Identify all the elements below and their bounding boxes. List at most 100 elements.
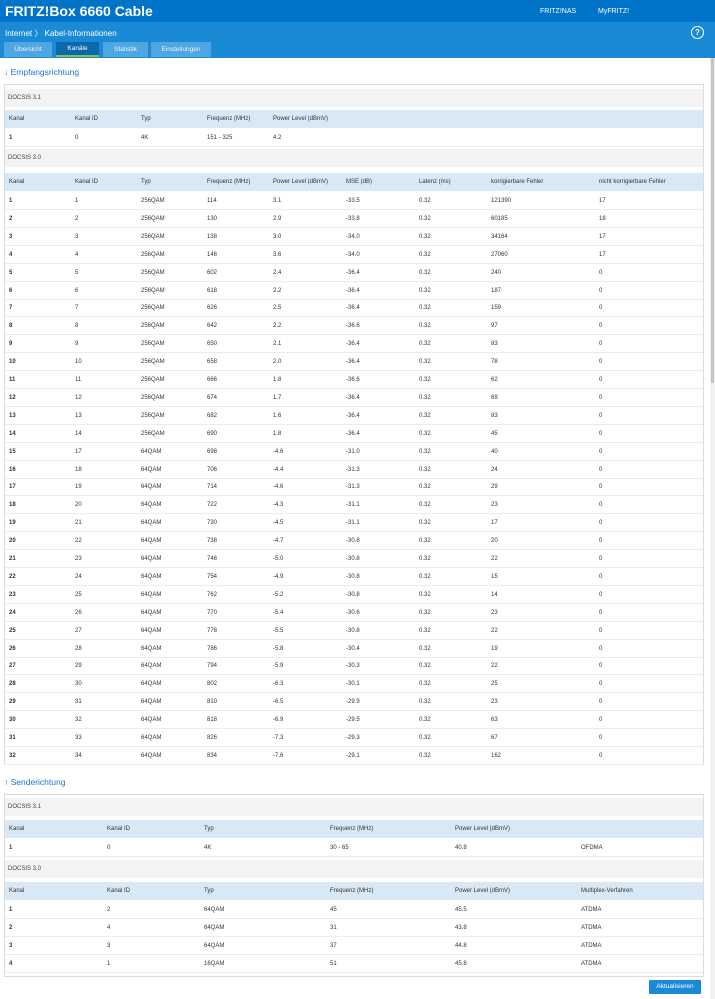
table-cell: -31.3 bbox=[346, 484, 360, 491]
table-cell: 64QAM bbox=[141, 556, 162, 562]
table-cell: 97 bbox=[491, 323, 498, 330]
table-cell: -30.4 bbox=[346, 645, 360, 652]
table-cell: 0.32 bbox=[419, 448, 431, 455]
table-cell: 45.8 bbox=[455, 960, 467, 967]
table-row: 2 4 64QAM 31 43.8 ATDMA bbox=[5, 919, 703, 937]
table-cell: 0.32 bbox=[419, 556, 431, 562]
table-cell: 0.32 bbox=[419, 645, 431, 652]
table-cell: 3 bbox=[107, 942, 111, 949]
table-cell: 0.32 bbox=[419, 520, 431, 527]
table-row: 24 26 64QAM 770 -5.4 -30.6 0.32 23 0 bbox=[5, 604, 703, 622]
table-cell: 256QAM bbox=[141, 287, 165, 294]
table-cell: -30.6 bbox=[346, 609, 360, 616]
table-cell: 23 bbox=[491, 502, 498, 509]
table-cell: 22 bbox=[491, 556, 498, 562]
scrollbar-thumb[interactable] bbox=[711, 58, 714, 383]
column-header: Kanal bbox=[9, 179, 25, 185]
table-cell: 0.32 bbox=[419, 412, 431, 419]
table-cell: 240 bbox=[491, 269, 502, 276]
tab-einstellungen[interactable]: Einstellungen bbox=[151, 42, 211, 57]
table-cell: 5 bbox=[75, 269, 79, 276]
table-cell: 51 bbox=[330, 960, 337, 967]
table-cell: 762 bbox=[207, 591, 218, 598]
table-cell: 138 bbox=[207, 233, 218, 240]
empfang-docsis31-label: DOCSIS 3.1 bbox=[5, 89, 703, 107]
table-cell: 24 bbox=[491, 466, 498, 473]
table-cell: 6 bbox=[75, 287, 79, 294]
table-cell: 2 bbox=[9, 924, 13, 931]
table-cell: 17 bbox=[599, 198, 606, 204]
table-row: 5 5 256QAM 602 2.4 -36.4 0.32 240 0 bbox=[5, 264, 703, 282]
table-cell: 674 bbox=[207, 394, 218, 401]
table-cell: 0 bbox=[107, 845, 111, 851]
table-cell: 0 bbox=[599, 448, 603, 455]
table-row: 29 31 64QAM 810 -6.5 -29.9 0.32 23 0 bbox=[5, 693, 703, 712]
tab-kanaele[interactable]: Kanäle bbox=[56, 42, 99, 57]
table-cell: -30.1 bbox=[346, 681, 360, 688]
table-cell: 13 bbox=[9, 412, 16, 419]
table-cell: 27060 bbox=[491, 251, 508, 258]
table-cell: 0 bbox=[599, 735, 603, 741]
table-cell: -36.6 bbox=[346, 377, 360, 383]
table-cell: -4.7 bbox=[273, 538, 284, 545]
table-cell: -34.0 bbox=[346, 251, 360, 258]
table-cell: 22 bbox=[491, 663, 498, 670]
table-cell: 778 bbox=[207, 627, 218, 634]
table-row: 14 14 256QAM 690 1.8 -36.4 0.32 45 0 bbox=[5, 425, 703, 443]
table-cell: -29.5 bbox=[346, 717, 360, 724]
table-cell: 27 bbox=[9, 663, 16, 670]
table-cell: 83 bbox=[491, 341, 498, 348]
table-cell: 0.32 bbox=[419, 215, 431, 222]
table-cell: -7.3 bbox=[273, 735, 284, 741]
table-cell: 28 bbox=[9, 681, 16, 688]
table-cell: 5 bbox=[9, 269, 13, 276]
table-cell: 0 bbox=[599, 394, 603, 401]
refresh-button[interactable]: Aktualisieren bbox=[649, 980, 701, 994]
table-row: 8 8 256QAM 642 2.2 -36.6 0.32 97 0 bbox=[5, 317, 703, 336]
tab-uebersicht[interactable]: Übersicht bbox=[4, 42, 52, 57]
table-cell: 256QAM bbox=[141, 323, 165, 330]
table-cell: 1 bbox=[9, 135, 13, 141]
table-cell: 0.32 bbox=[419, 609, 431, 616]
table-cell: -34.0 bbox=[346, 233, 360, 240]
table-cell: 1.8 bbox=[273, 377, 282, 383]
column-header: Typ bbox=[204, 888, 214, 894]
table-cell: 818 bbox=[207, 717, 218, 724]
column-header: Kanal bbox=[9, 826, 25, 832]
column-header: Typ bbox=[141, 116, 151, 122]
table-cell: 20 bbox=[75, 502, 82, 509]
table-cell: -5.4 bbox=[273, 609, 284, 616]
help-icon[interactable]: ? bbox=[691, 26, 704, 39]
table-cell: 10 bbox=[9, 359, 16, 366]
breadcrumb-parent[interactable]: Internet bbox=[5, 29, 32, 38]
table-row: 9 9 256QAM 650 2.1 -36.4 0.32 83 0 bbox=[5, 335, 703, 354]
nav-fritz-nas[interactable]: FRITZ!NAS bbox=[540, 8, 576, 15]
table-cell: 18 bbox=[599, 215, 606, 222]
table-cell: OFDMA bbox=[581, 845, 603, 851]
table-cell: 44.8 bbox=[455, 942, 467, 949]
table-row: 17 19 64QAM 714 -4.6 -31.3 0.32 29 0 bbox=[5, 478, 703, 497]
table-cell: 7 bbox=[75, 305, 79, 312]
table-cell: 650 bbox=[207, 341, 218, 348]
nav-myfritz[interactable]: MyFRITZ! bbox=[598, 8, 629, 15]
table-cell: 602 bbox=[207, 269, 218, 276]
table-cell: 0.32 bbox=[419, 502, 431, 509]
table-header: Kanal Kanal ID Typ Frequenz (MHz) Power Leve… bbox=[5, 820, 703, 838]
table-cell: 786 bbox=[207, 645, 218, 652]
table-cell: 666 bbox=[207, 377, 218, 383]
tab-statistik[interactable]: Statistik bbox=[103, 42, 148, 57]
table-cell: 64QAM bbox=[204, 924, 225, 931]
table-cell: -29.9 bbox=[346, 699, 360, 706]
table-cell: 45 bbox=[491, 430, 498, 437]
table-cell: 8 bbox=[75, 323, 79, 330]
table-row: 13 13 256QAM 682 1.6 -36.4 0.32 83 0 bbox=[5, 407, 703, 425]
table-cell: 64QAM bbox=[141, 699, 162, 706]
table-cell: 1 bbox=[107, 960, 111, 967]
table-cell: 2 bbox=[107, 907, 111, 913]
table-cell: 78 bbox=[491, 359, 498, 366]
table-cell: 0 bbox=[599, 502, 603, 509]
table-cell: 0 bbox=[599, 269, 603, 276]
table-row: 21 23 64QAM 746 -5.0 -30.8 0.32 22 0 bbox=[5, 550, 703, 568]
table-cell: 4 bbox=[107, 924, 111, 931]
table-cell: -4.9 bbox=[273, 573, 284, 580]
